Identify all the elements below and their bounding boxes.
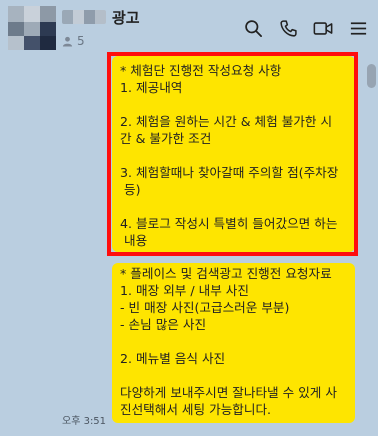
chat-title-area: 광고 5 (62, 6, 140, 48)
video-call-button[interactable] (313, 18, 333, 38)
chat-header: 광고 5 (0, 0, 378, 58)
message-timestamp: 오후 3:51 (62, 416, 107, 427)
call-button[interactable] (278, 18, 298, 38)
member-count-text: 5 (77, 34, 85, 48)
blurred-name (62, 10, 106, 24)
avatar[interactable] (8, 6, 56, 50)
message-bubble[interactable]: * 플레이스 및 검색광고 진행전 요청자료 1. 매장 외부 / 내부 사진 … (112, 263, 355, 423)
person-icon (62, 36, 73, 47)
chat-title[interactable]: 광고 (62, 6, 140, 28)
phone-icon (279, 19, 297, 37)
menu-button[interactable] (348, 18, 368, 38)
chat-title-text: 광고 (112, 8, 140, 27)
menu-icon (350, 21, 366, 35)
header-toolbar (243, 18, 368, 38)
video-icon (313, 21, 333, 35)
scrollbar-thumb[interactable] (367, 64, 376, 88)
member-count[interactable]: 5 (62, 34, 140, 48)
search-icon (244, 19, 262, 37)
message-bubble[interactable]: * 체험단 진행전 작성요청 사항 1. 제공내역 2. 체험을 원하는 시간 … (112, 56, 355, 252)
search-button[interactable] (243, 18, 263, 38)
